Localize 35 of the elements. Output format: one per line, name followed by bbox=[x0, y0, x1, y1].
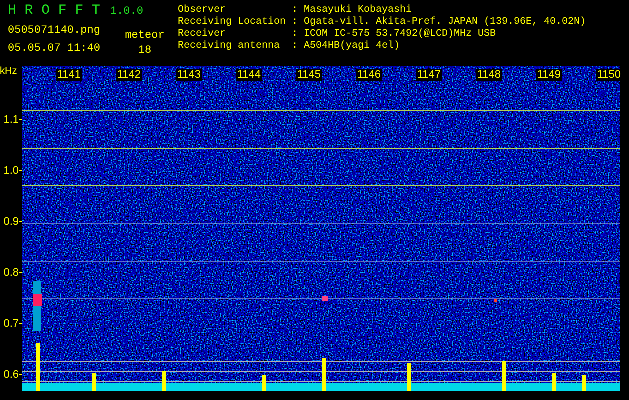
time-label: 1141 bbox=[56, 69, 82, 81]
date-time: 05.05.07 11:40 bbox=[8, 42, 102, 57]
axis-label: 0.8 bbox=[4, 266, 19, 278]
unit-label: kHz bbox=[0, 66, 18, 79]
axis-label: 1.1 bbox=[4, 114, 19, 126]
time-label: 1143 bbox=[176, 69, 202, 81]
axis-label: 1.0 bbox=[4, 164, 19, 176]
file-name: 0505071140.png bbox=[8, 24, 102, 39]
info-label: Receiver bbox=[178, 29, 228, 40]
info-value: ICOM IC-575 53.7492(@LCD)MHz USB bbox=[304, 29, 496, 40]
app-version: 1.0.0 bbox=[110, 5, 144, 19]
time-label: 1144 bbox=[236, 69, 262, 81]
axis-label: 0.6 bbox=[4, 368, 19, 380]
info-colon-separator: : bbox=[292, 41, 300, 53]
time-label: 1148 bbox=[476, 69, 502, 81]
meteor-count: 18 bbox=[138, 44, 152, 58]
info-label: Receiving Location bbox=[178, 17, 288, 28]
info-value: Ogata-vill. Akita-Pref. JAPAN (139.96E, 40.02N) bbox=[304, 17, 586, 28]
app-title: H R O F F T bbox=[8, 3, 100, 19]
info-value: Masayuki Kobayashi bbox=[304, 5, 412, 16]
time-label: 1149 bbox=[536, 69, 562, 81]
time-label: 1146 bbox=[356, 69, 382, 81]
time-label: 1142 bbox=[116, 69, 142, 81]
info-colon-separator: : bbox=[292, 17, 300, 29]
info-colon-separator: : bbox=[292, 5, 300, 17]
axis-label: 0.7 bbox=[4, 318, 19, 330]
info-label: Observer bbox=[178, 5, 228, 16]
info-colon-separator: : bbox=[292, 29, 300, 41]
info-label: Receiving antenna bbox=[178, 41, 282, 53]
count-label: meteor bbox=[125, 29, 165, 43]
time-label: 1150 bbox=[596, 69, 622, 81]
time-label: 1147 bbox=[416, 69, 442, 81]
axis-label: 0.9 bbox=[4, 216, 19, 228]
info-value: A504HB(yagi 4el) bbox=[304, 41, 400, 53]
time-label: 1145 bbox=[296, 69, 322, 81]
